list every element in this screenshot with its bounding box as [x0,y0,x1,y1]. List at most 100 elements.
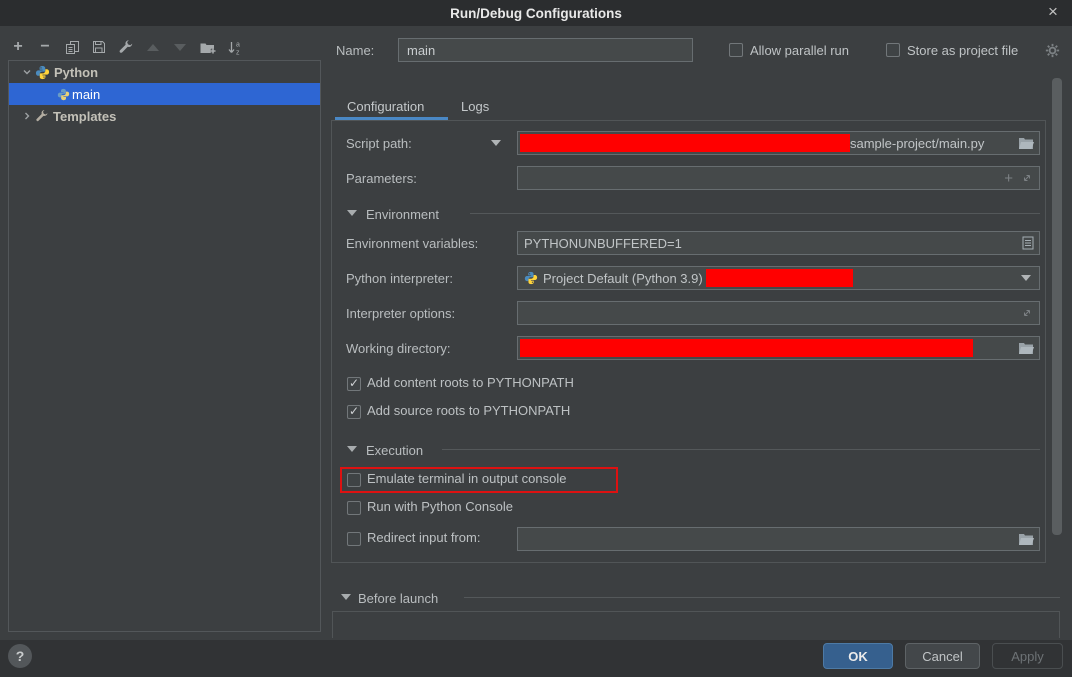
tab-label: Logs [461,99,489,114]
add-content-roots-checkbox[interactable] [347,377,361,391]
plus-icon: + [13,39,22,55]
chevron-down-icon[interactable] [19,67,35,77]
close-button[interactable]: × [1042,1,1064,23]
interpreter-options-input[interactable] [517,301,1040,325]
script-path-label: Script path: [346,131,412,155]
title-bar: Run/Debug Configurations × [0,0,1072,26]
tree-item-templates[interactable]: Templates [9,105,320,127]
environment-variables-value: PYTHONUNBUFFERED=1 [518,236,682,251]
help-button[interactable]: ? [8,644,32,668]
run-with-python-console-label: Run with Python Console [367,499,513,514]
python-icon [524,271,538,285]
add-source-roots-label: Add source roots to PYTHONPATH [367,403,570,418]
section-divider [464,597,1060,598]
save-icon [92,40,106,54]
dialog-title: Run/Debug Configurations [450,6,622,21]
edit-templates-button[interactable] [116,37,136,57]
minus-icon: − [40,39,49,55]
folder-icon [1018,533,1034,546]
redirect-input-checkbox[interactable] [347,532,361,546]
ok-button[interactable]: OK [823,643,893,669]
edit-variables-button[interactable] [1022,236,1034,250]
python-interpreter-label: Python interpreter: [346,266,453,290]
browse-folder-button[interactable] [1018,533,1034,546]
run-debug-configurations-dialog: Run/Debug Configurations × + − az [0,0,1072,677]
script-path-dropdown-icon[interactable] [491,140,501,146]
redirect-input-label: Redirect input from: [367,530,480,545]
tab-logs[interactable]: Logs [461,94,489,118]
redacted-region [520,134,850,152]
store-as-project-file-checkbox[interactable] [886,43,900,57]
settings-gear-button[interactable] [1045,43,1060,58]
expand-icon[interactable] [1021,307,1033,319]
redacted-region [520,339,973,357]
python-interpreter-select[interactable]: Project Default (Python 3.9) [517,266,1040,290]
expand-icon[interactable] [1021,172,1033,184]
sort-button[interactable]: az [224,37,244,57]
python-icon [57,88,70,101]
tree-item-main[interactable]: main [9,83,320,105]
down-arrow-icon [174,44,186,51]
chevron-down-icon [1021,275,1031,281]
store-as-project-file-label: Store as project file [907,38,1018,62]
move-down-button[interactable] [170,37,190,57]
browse-folder-button[interactable] [1018,342,1034,355]
tree-item-python[interactable]: Python [9,61,320,83]
save-button[interactable] [89,37,109,57]
script-path-input[interactable]: sample-project/main.py [517,131,1040,155]
copy-button[interactable] [62,37,82,57]
folder-icon [1018,137,1034,150]
name-input[interactable] [398,38,693,62]
copy-icon [65,40,80,55]
before-launch-section-label[interactable]: Before launch [358,586,438,610]
help-icon: ? [16,648,25,664]
tree-item-label: Templates [53,109,116,124]
list-icon [1022,236,1034,250]
folder-add-icon [199,40,216,55]
script-path-visible-text: sample-project/main.py [850,136,984,151]
up-arrow-icon [147,44,159,51]
section-divider [442,449,1040,450]
add-button[interactable]: + [8,37,28,57]
svg-text:a: a [236,41,240,48]
section-divider [470,213,1040,214]
working-directory-input[interactable] [517,336,1040,360]
folder-icon [1018,342,1034,355]
execution-section-collapse-icon[interactable] [347,446,357,452]
close-icon: × [1048,2,1058,22]
browse-folder-button[interactable] [1018,137,1034,150]
add-source-roots-checkbox[interactable] [347,405,361,419]
scrollbar-thumb[interactable] [1052,78,1062,535]
tree-item-label: Python [54,65,98,80]
environment-variables-input[interactable]: PYTHONUNBUFFERED=1 [517,231,1040,255]
redirect-input-field[interactable] [517,527,1040,551]
interpreter-options-label: Interpreter options: [346,301,455,325]
remove-button[interactable]: − [35,37,55,57]
emulate-terminal-checkbox[interactable] [347,473,361,487]
apply-button[interactable]: Apply [992,643,1063,669]
wrench-icon [118,39,134,55]
allow-parallel-run-checkbox[interactable] [729,43,743,57]
tree-item-label: main [72,87,100,102]
run-with-python-console-checkbox[interactable] [347,501,361,515]
parameters-input[interactable]: + [517,166,1040,190]
wrench-icon [35,109,49,123]
parameters-label: Parameters: [346,166,417,190]
configurations-toolbar: + − az [8,36,244,58]
allow-parallel-run-label: Allow parallel run [750,38,849,62]
name-label: Name: [336,38,374,62]
tab-configuration[interactable]: Configuration [347,94,424,118]
environment-section-label[interactable]: Environment [366,202,439,226]
environment-section-collapse-icon[interactable] [347,210,357,216]
chevron-right-icon[interactable] [19,111,35,121]
emulate-terminal-label: Emulate terminal in output console [367,471,566,486]
svg-text:z: z [236,49,240,55]
move-up-button[interactable] [143,37,163,57]
before-launch-collapse-icon[interactable] [341,594,351,600]
cancel-button[interactable]: Cancel [905,643,980,669]
add-macro-icon[interactable]: + [1004,170,1013,187]
new-folder-button[interactable] [197,37,217,57]
execution-section-label[interactable]: Execution [366,438,423,462]
configurations-tree: Python main Templates [8,60,321,632]
before-launch-panel [332,611,1060,638]
